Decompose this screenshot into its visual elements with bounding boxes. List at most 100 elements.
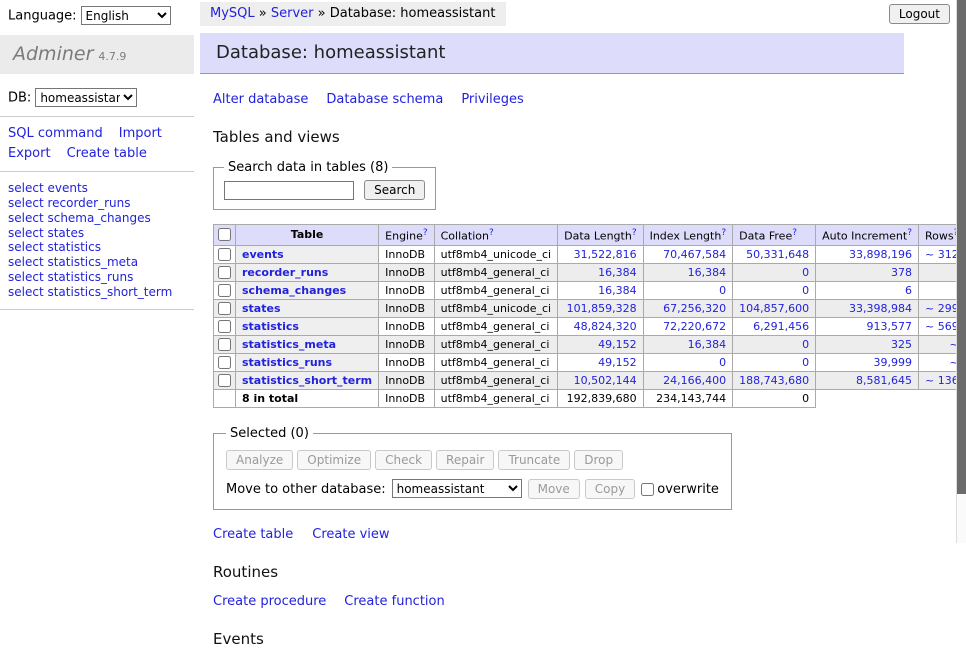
help-link[interactable]: ? [423, 228, 428, 238]
help-link[interactable]: ? [721, 228, 726, 238]
row-checkbox[interactable] [218, 302, 231, 315]
sidebar-item-select-states[interactable]: select states [8, 226, 194, 241]
sidebar-action-sql-command[interactable]: SQL command [8, 124, 103, 144]
auto-increment-cell: 8,581,645 [816, 371, 919, 389]
table-link-statistics-meta[interactable]: statistics_meta [242, 338, 336, 351]
data-free-link[interactable]: 0 [802, 266, 809, 279]
row-checkbox-cell [214, 245, 236, 263]
data-free-link[interactable]: 0 [802, 338, 809, 351]
breadcrumb-link-server[interactable]: Server [271, 6, 314, 21]
auto-increment-link[interactable]: 33,898,196 [849, 248, 912, 261]
data-length-link[interactable]: 31,522,816 [574, 248, 637, 261]
collation-cell: utf8mb4_unicode_ci [434, 299, 557, 317]
auto-increment-link[interactable]: 39,999 [874, 356, 913, 369]
table-link-statistics-runs[interactable]: statistics_runs [242, 356, 332, 369]
search-button[interactable]: Search [364, 180, 425, 200]
index-length-link[interactable]: 67,256,320 [663, 302, 726, 315]
db-action-database-schema[interactable]: Database schema [326, 92, 443, 107]
db-action-alter-database[interactable]: Alter database [213, 92, 308, 107]
data-length-link[interactable]: 101,859,328 [567, 302, 637, 315]
index-length-link[interactable]: 16,384 [688, 266, 727, 279]
sidebar-item-select-statistics[interactable]: select statistics [8, 240, 194, 255]
data-length-link[interactable]: 16,384 [598, 266, 637, 279]
help-sup: ? [792, 227, 797, 238]
row-checkbox[interactable] [218, 338, 231, 351]
column-header-collation: Collation? [434, 225, 557, 246]
main-panel: MySQL » Server » Database: homeassistant… [200, 0, 904, 648]
index-length-link[interactable]: 70,467,584 [663, 248, 726, 261]
sidebar-item-select-schema-changes[interactable]: select schema_changes [8, 211, 194, 226]
auto-increment-link[interactable]: 6 [905, 284, 912, 297]
data-free-link[interactable]: 50,331,648 [746, 248, 809, 261]
data-free-link[interactable]: 188,743,680 [739, 374, 809, 387]
logout-button[interactable]: Logout [889, 4, 950, 24]
language-select[interactable]: English [81, 6, 171, 25]
data-free-link[interactable]: 0 [802, 356, 809, 369]
breadcrumb-link-mysql[interactable]: MySQL [210, 6, 255, 21]
help-link[interactable]: ? [907, 228, 912, 238]
auto-increment-link[interactable]: 8,581,645 [856, 374, 912, 387]
row-checkbox[interactable] [218, 266, 231, 279]
breadcrumb-separator: » [255, 6, 271, 21]
table-link-events[interactable]: events [242, 248, 284, 261]
link-create-view[interactable]: Create view [312, 527, 389, 542]
scrollbar-thumb[interactable] [957, 0, 966, 494]
sidebar-item-select-statistics-meta[interactable]: select statistics_meta [8, 255, 194, 270]
data-free-cell: 50,331,648 [733, 245, 816, 263]
row-checkbox[interactable] [218, 284, 231, 297]
adminer-logo: Adminer4.7.9 [0, 35, 194, 74]
data-length-link[interactable]: 10,502,144 [574, 374, 637, 387]
data-free-link[interactable]: 104,857,600 [739, 302, 809, 315]
row-checkbox[interactable] [218, 248, 231, 261]
sidebar-item-select-statistics-runs[interactable]: select statistics_runs [8, 270, 194, 285]
data-free-link[interactable]: 0 [802, 284, 809, 297]
total-index-length-cell: 234,143,744 [643, 389, 733, 407]
db-select[interactable]: homeassistant [35, 88, 137, 107]
sidebar-item-select-statistics-short-term[interactable]: select statistics_short_term [8, 285, 194, 300]
link-create-table[interactable]: Create table [213, 527, 293, 542]
auto-increment-link[interactable]: 378 [891, 266, 912, 279]
table-link-recorder-runs[interactable]: recorder_runs [242, 266, 328, 279]
data-length-link[interactable]: 49,152 [598, 338, 637, 351]
row-checkbox[interactable] [218, 320, 231, 333]
search-input[interactable] [224, 181, 354, 200]
table-link-states[interactable]: states [242, 302, 281, 315]
auto-increment-link[interactable]: 325 [891, 338, 912, 351]
auto-increment-link[interactable]: 33,398,984 [849, 302, 912, 315]
link-create-procedure[interactable]: Create procedure [213, 594, 326, 609]
create-links: Create table Create view [213, 527, 904, 542]
sidebar-action-export[interactable]: Export [8, 144, 51, 164]
data-length-link[interactable]: 16,384 [598, 284, 637, 297]
index-length-link[interactable]: 0 [719, 284, 726, 297]
scrollbar[interactable] [956, 0, 966, 543]
data-length-link[interactable]: 48,824,320 [574, 320, 637, 333]
index-length-link[interactable]: 24,166,400 [663, 374, 726, 387]
index-length-link[interactable]: 72,220,672 [663, 320, 726, 333]
index-length-link[interactable]: 16,384 [688, 338, 727, 351]
table-name-cell: events [236, 245, 379, 263]
table-name-cell: statistics_short_term [236, 371, 379, 389]
row-checkbox[interactable] [218, 356, 231, 369]
sidebar-item-select-recorder-runs[interactable]: select recorder_runs [8, 196, 194, 211]
help-link[interactable]: ? [792, 228, 797, 238]
copy-button: Copy [585, 479, 635, 499]
select-all-checkbox[interactable] [218, 228, 231, 241]
table-link-schema-changes[interactable]: schema_changes [242, 284, 346, 297]
sidebar-action-create-table[interactable]: Create table [67, 144, 147, 164]
index-length-cell: 16,384 [643, 263, 733, 281]
row-checkbox[interactable] [218, 374, 231, 387]
sidebar-item-select-events[interactable]: select events [8, 181, 194, 196]
help-link[interactable]: ? [489, 228, 494, 238]
table-link-statistics-short-term[interactable]: statistics_short_term [242, 374, 372, 387]
overwrite-checkbox[interactable] [641, 483, 654, 496]
move-database-select[interactable]: homeassistant [392, 479, 522, 498]
auto-increment-link[interactable]: 913,577 [867, 320, 913, 333]
index-length-link[interactable]: 0 [719, 356, 726, 369]
data-length-link[interactable]: 49,152 [598, 356, 637, 369]
link-create-function[interactable]: Create function [344, 594, 444, 609]
data-free-link[interactable]: 6,291,456 [753, 320, 809, 333]
sidebar-action-import[interactable]: Import [119, 124, 162, 144]
db-action-privileges[interactable]: Privileges [461, 92, 524, 107]
help-link[interactable]: ? [632, 228, 637, 238]
table-link-statistics[interactable]: statistics [242, 320, 299, 333]
